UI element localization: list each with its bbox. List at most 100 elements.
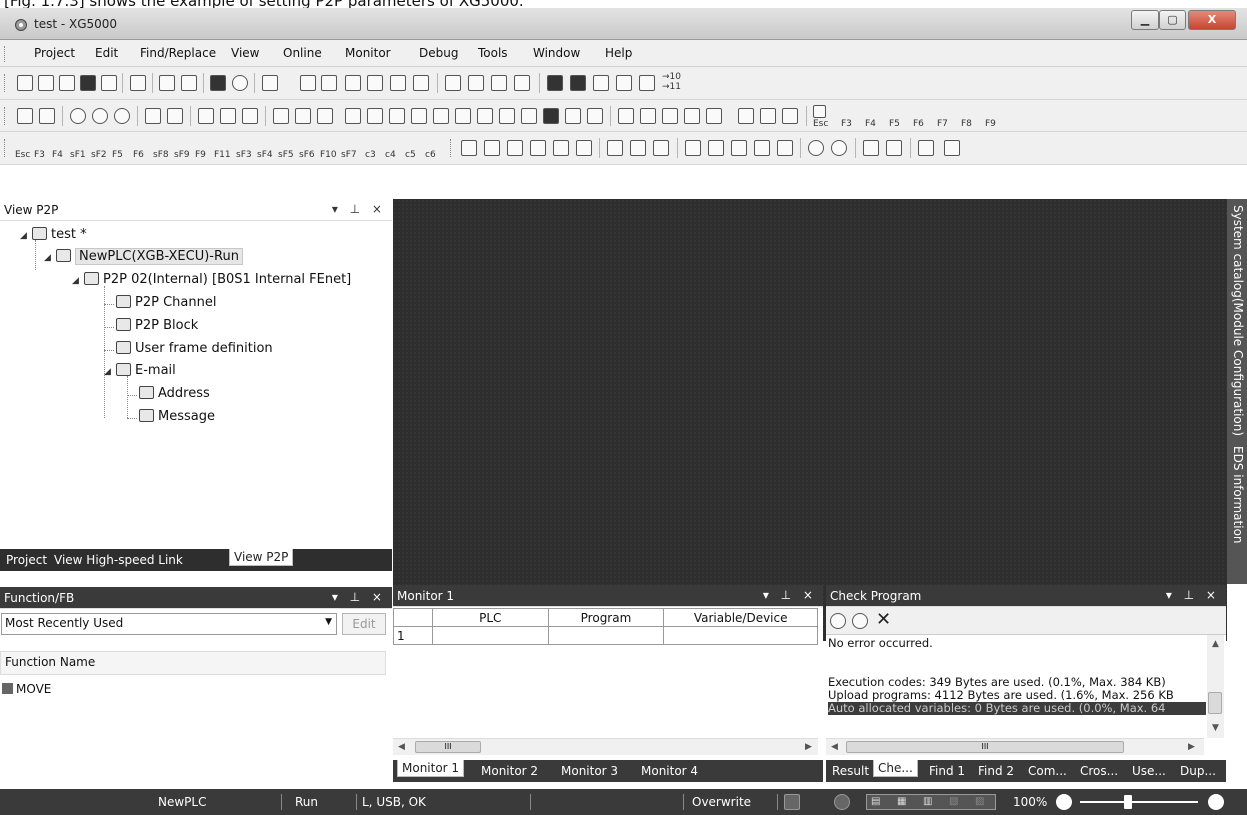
tree-item-user-frame[interactable]: User frame definition xyxy=(116,341,273,356)
delete-column-icon[interactable] xyxy=(514,75,530,91)
view-list-icon[interactable]: ▤ xyxy=(871,796,880,807)
insert-column-icon[interactable] xyxy=(491,75,507,91)
menu-project[interactable]: Project xyxy=(34,46,75,60)
delete-line-icon[interactable] xyxy=(468,75,484,91)
print-icon[interactable] xyxy=(101,75,117,91)
undo-icon[interactable] xyxy=(300,75,316,91)
view-grid-icon[interactable]: ▦ xyxy=(897,796,906,807)
maximize-button[interactable]: ▢ xyxy=(1159,10,1186,30)
scroll-right-icon[interactable]: ▶ xyxy=(1188,742,1195,752)
menu-online[interactable]: Online xyxy=(283,46,322,60)
table-row[interactable]: 1 xyxy=(393,626,818,645)
scroll-thumb[interactable] xyxy=(1208,692,1222,714)
view-split-icon[interactable]: ▥ xyxy=(923,796,932,807)
menu-find-replace[interactable]: Find/Replace xyxy=(140,46,216,60)
stop-mode-icon[interactable] xyxy=(92,108,108,124)
edit-icon[interactable] xyxy=(565,108,581,124)
zoom-slider-knob[interactable] xyxy=(1124,795,1132,809)
force-io-icon[interactable] xyxy=(433,108,449,124)
menu-debug[interactable]: Debug xyxy=(419,46,458,60)
tab-monitor-3[interactable]: Monitor 3 xyxy=(557,763,622,779)
io-info-icon[interactable] xyxy=(411,108,427,124)
monitor-stop-icon[interactable] xyxy=(242,108,258,124)
scroll-left-icon[interactable]: ◀ xyxy=(398,742,405,752)
save-icon[interactable] xyxy=(80,75,96,91)
menu-window[interactable]: Window xyxy=(533,46,580,60)
print-setup-icon[interactable] xyxy=(181,75,197,91)
delete-icon[interactable] xyxy=(413,75,429,91)
layout-icon[interactable] xyxy=(587,108,603,124)
open-folder-icon[interactable] xyxy=(38,75,54,91)
view-full-icon[interactable]: ▨ xyxy=(975,796,984,807)
cancel-icon[interactable] xyxy=(114,108,130,124)
tab-cross[interactable]: Cros... xyxy=(1076,763,1122,779)
comment-view-icon[interactable] xyxy=(685,140,701,156)
function-item-move[interactable]: MOVE xyxy=(2,682,51,696)
tab-check[interactable]: Che... xyxy=(873,760,918,777)
view-func-icon[interactable] xyxy=(576,140,592,156)
view-flag-icon[interactable] xyxy=(553,140,569,156)
tree-item-email[interactable]: ◢ E-mail xyxy=(104,363,176,378)
check-program-window-buttons[interactable]: ▾ ⊥ × xyxy=(1166,588,1220,602)
ladder-func-icon[interactable] xyxy=(782,108,798,124)
tab-used[interactable]: Use... xyxy=(1128,763,1170,779)
tab-project[interactable]: Project xyxy=(2,552,51,568)
find-next-icon[interactable] xyxy=(570,75,586,91)
monitor-pause-icon[interactable] xyxy=(220,108,236,124)
scroll-right-icon[interactable]: ▶ xyxy=(805,742,812,752)
ladder-nc-contact-icon[interactable] xyxy=(640,108,656,124)
chart-icon[interactable] xyxy=(521,108,537,124)
ladder-contact-icon[interactable] xyxy=(618,108,634,124)
paste-icon[interactable] xyxy=(390,75,406,91)
tab-monitor-1[interactable]: Monitor 1 xyxy=(397,760,465,777)
write-icon[interactable] xyxy=(145,108,161,124)
check-v-scrollbar[interactable]: ▲ ▼ xyxy=(1207,635,1224,738)
close-button[interactable]: X xyxy=(1188,10,1236,30)
view-list-icon[interactable] xyxy=(461,140,477,156)
insert-line-icon[interactable] xyxy=(445,75,461,91)
open-project-icon[interactable] xyxy=(59,75,75,91)
new-file-icon[interactable] xyxy=(17,75,33,91)
chevron-down-icon[interactable]: ▼ xyxy=(325,617,332,627)
window-tile-icon[interactable] xyxy=(630,140,646,156)
trend-icon[interactable] xyxy=(499,108,515,124)
tab-view-p2p[interactable]: View P2P xyxy=(229,549,294,566)
scroll-down-icon[interactable]: ▼ xyxy=(1212,723,1219,733)
goto-icon[interactable] xyxy=(639,75,655,91)
tab-find-2[interactable]: Find 2 xyxy=(974,763,1018,779)
stop-icon[interactable] xyxy=(210,75,226,91)
check-refresh-icon[interactable] xyxy=(852,613,868,629)
ladder-reset-icon[interactable] xyxy=(760,108,776,124)
fault-mask-icon[interactable] xyxy=(477,108,493,124)
find-icon[interactable] xyxy=(547,75,563,91)
ladder-set-icon[interactable] xyxy=(738,108,754,124)
output-window-icon[interactable] xyxy=(918,140,934,156)
menu-help[interactable]: Help xyxy=(605,46,632,60)
select-mode-icon[interactable] xyxy=(813,105,826,118)
collapse-arrow-icon[interactable]: ◢ xyxy=(104,367,114,377)
collapse-arrow-icon[interactable]: ◢ xyxy=(72,276,82,286)
tree-item-p2p-block[interactable]: P2P Block xyxy=(116,318,198,333)
status-icon[interactable] xyxy=(232,75,248,91)
tab-duplicate[interactable]: Dup... xyxy=(1176,763,1220,779)
device-view-icon[interactable] xyxy=(708,140,724,156)
io-skip-icon[interactable] xyxy=(455,108,471,124)
cut-icon[interactable] xyxy=(345,75,361,91)
tab-monitor-2[interactable]: Monitor 2 xyxy=(477,763,542,779)
zoom-in-button[interactable] xyxy=(1208,794,1224,810)
tab-view-high-speed-link[interactable]: View High-speed Link xyxy=(50,552,187,568)
zoom-out-icon[interactable] xyxy=(831,140,847,156)
tree-item-plc[interactable]: ◢ NewPLC(XGB-XECU)-Run xyxy=(44,248,243,265)
project-window-icon[interactable] xyxy=(944,140,960,156)
scroll-up-icon[interactable]: ▲ xyxy=(1212,639,1219,649)
zoom-out-button[interactable] xyxy=(1056,794,1072,810)
bookmark-icon[interactable] xyxy=(863,140,879,156)
print-preview-icon[interactable] xyxy=(159,75,175,91)
compile-all-icon[interactable] xyxy=(295,108,311,124)
collapse-arrow-icon[interactable]: ◢ xyxy=(44,253,54,263)
zoom-in-icon[interactable] xyxy=(808,140,824,156)
redo-icon[interactable] xyxy=(321,75,337,91)
ladder-coil-icon[interactable] xyxy=(706,108,722,124)
tree-item-message[interactable]: Message xyxy=(139,409,215,424)
tab-com[interactable]: Com... xyxy=(1024,763,1071,779)
